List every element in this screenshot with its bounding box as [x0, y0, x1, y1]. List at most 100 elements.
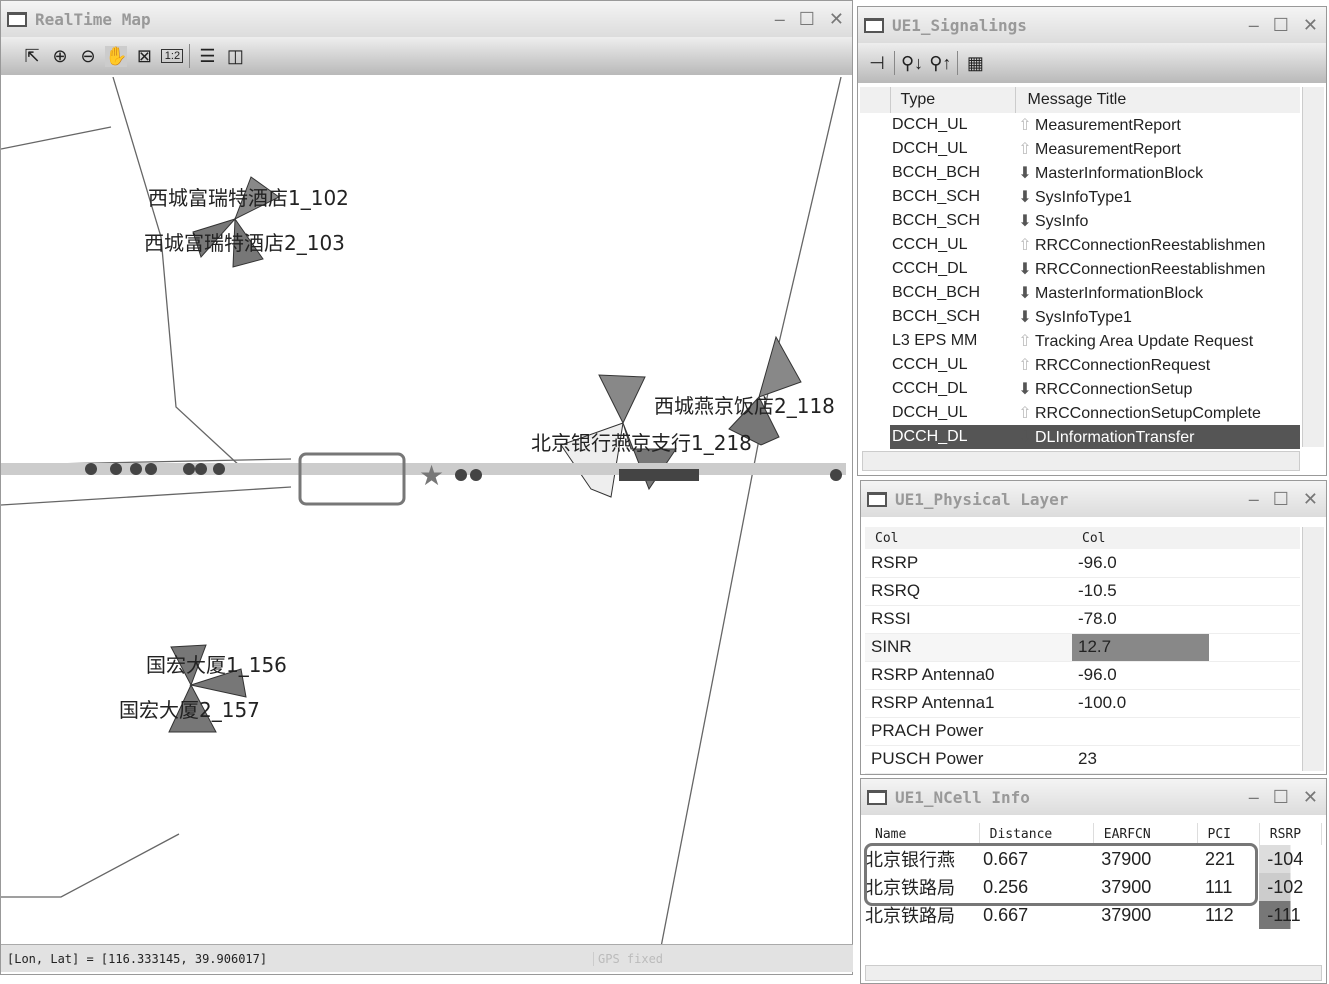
- window-icon: [867, 789, 887, 805]
- minimize-icon[interactable]: ‒: [1249, 787, 1259, 808]
- toolbar-separator: [189, 44, 191, 68]
- signaling-row[interactable]: BCCH_SCH ⬇ SysInfoType1: [860, 185, 1300, 209]
- close-icon[interactable]: ✕: [1303, 15, 1318, 36]
- signal-type: BCCH_SCH: [892, 308, 981, 325]
- signaling-row[interactable]: L3 EPS MM ⇧ Tracking Area Update Request: [860, 329, 1300, 353]
- signaling-row[interactable]: BCCH_BCH ⬇ MasterInformationBlock: [860, 161, 1300, 185]
- signal-type: BCCH_SCH: [892, 212, 981, 229]
- column-header-type[interactable]: Type: [889, 87, 1015, 113]
- highlight-box: [298, 452, 406, 506]
- message-title: RRCConnectionReestablishmen: [1035, 261, 1266, 278]
- metric-value: 12.7: [1072, 633, 1300, 662]
- column-header: Col: [875, 530, 899, 546]
- coordinate-readout: [Lon, Lat] = [116.333145, 39.906017]: [7, 951, 268, 966]
- signal-type: BCCH_BCH: [892, 164, 981, 181]
- signal-type: CCCH_DL: [892, 260, 968, 277]
- close-icon[interactable]: ✕: [829, 9, 844, 30]
- maximize-icon[interactable]: ☐: [1273, 15, 1289, 36]
- map-title: RealTime Map: [35, 9, 151, 29]
- metric-value: -96.0: [1072, 549, 1300, 578]
- signal-type: DCCH_UL: [892, 140, 968, 157]
- maximize-icon[interactable]: ☐: [1273, 489, 1289, 510]
- signal-type: CCCH_UL: [892, 356, 968, 373]
- downlink-arrow-icon: ⬇: [1018, 381, 1032, 398]
- signaling-row[interactable]: CCCH_UL ⇧ RRCConnectionRequest: [860, 353, 1300, 377]
- column-header[interactable]: RSRP: [1259, 823, 1323, 845]
- physical-row: PUSCH Power 23: [865, 745, 1300, 774]
- pan-hand-icon[interactable]: ✋: [105, 45, 128, 67]
- site-label: 国宏大厦2_157: [119, 698, 260, 722]
- horizontal-scrollbar[interactable]: [862, 451, 1300, 471]
- column-header[interactable]: Distance: [979, 823, 1094, 845]
- panel-icon[interactable]: ◫: [224, 46, 246, 67]
- zoom-in-icon[interactable]: ⊕: [49, 46, 71, 67]
- signaling-row[interactable]: BCCH_BCH ⬇ MasterInformationBlock: [860, 281, 1300, 305]
- vertical-scrollbar[interactable]: [1302, 527, 1324, 771]
- pin-icon[interactable]: ⊣: [866, 53, 888, 74]
- minimize-icon[interactable]: ‒: [1249, 489, 1259, 510]
- maximize-icon[interactable]: ☐: [1273, 787, 1289, 808]
- downlink-arrow-icon: ⬇: [1018, 165, 1032, 182]
- signal-type: DCCH_UL: [892, 404, 968, 421]
- roads: [1, 77, 842, 944]
- metric-value: -96.0: [1072, 661, 1300, 690]
- close-icon[interactable]: ✕: [1303, 787, 1318, 808]
- uplink-arrow-icon: ⇧: [1018, 357, 1032, 374]
- select-icon[interactable]: ⇱: [21, 46, 43, 67]
- site-label: 西城富瑞特酒店1_102: [148, 186, 349, 210]
- metric-name: RSRP: [865, 549, 1072, 578]
- signaling-row[interactable]: CCCH_DL ⬇ RRCConnectionReestablishmen: [860, 257, 1300, 281]
- window-icon: [864, 17, 884, 33]
- signaling-row[interactable]: DCCH_UL ⇧ RRCConnectionSetupComplete: [860, 401, 1300, 425]
- downlink-arrow-icon: ⬇: [1018, 429, 1032, 446]
- metric-value: -100.0: [1072, 689, 1300, 718]
- downlink-arrow-icon: ⬇: [1018, 261, 1032, 278]
- message-title: RRCConnectionRequest: [1035, 357, 1211, 374]
- physical-row: RSRQ -10.5: [865, 577, 1300, 606]
- signaling-row[interactable]: DCCH_UL ⇧ MeasurementReport: [860, 113, 1300, 137]
- grid-icon[interactable]: ▦: [964, 53, 986, 74]
- column-header[interactable]: Name: [865, 823, 980, 845]
- window-icon: [867, 491, 887, 507]
- drive-track: ★: [1, 459, 846, 492]
- signalings-title: UE1_Signalings: [892, 15, 1027, 35]
- signaling-row[interactable]: CCCH_DL ⬇ RRCConnectionSetup: [860, 377, 1300, 401]
- close-icon[interactable]: ✕: [1303, 489, 1318, 510]
- minimize-icon[interactable]: ‒: [1249, 15, 1259, 36]
- find-prev-icon[interactable]: ⚲↑: [929, 53, 951, 74]
- signal-type: BCCH_SCH: [892, 188, 981, 205]
- column-header-message[interactable]: Message Title: [1014, 87, 1300, 113]
- map-canvas[interactable]: ★ 西城富瑞特酒店1_102 西城富瑞特酒店2_103 西城燕京饭店2_118 …: [1, 77, 852, 944]
- status-bar: [Lon, Lat] = [116.333145, 39.906017] GPS…: [1, 944, 853, 972]
- site-label: 北京银行燕京支行1_218: [531, 431, 752, 455]
- metric-name: PUSCH Power: [865, 745, 1072, 774]
- signal-type: DCCH_DL: [890, 425, 1015, 449]
- minimize-icon[interactable]: ‒: [775, 9, 785, 30]
- column-header[interactable]: EARFCN: [1093, 823, 1198, 845]
- find-next-icon[interactable]: ⚲↓: [901, 53, 923, 74]
- scale-icon[interactable]: 1:2: [161, 49, 184, 63]
- signaling-row[interactable]: BCCH_SCH ⬇ SysInfoType1: [860, 305, 1300, 329]
- vertical-scrollbar[interactable]: [1302, 87, 1324, 447]
- layers-icon[interactable]: ☰: [196, 46, 218, 67]
- physical-row: RSRP Antenna1 -100.0: [865, 689, 1300, 718]
- physical-row: SINR 12.7: [865, 633, 1300, 662]
- message-title: MasterInformationBlock: [1035, 285, 1204, 302]
- column-header[interactable]: PCI: [1197, 823, 1260, 845]
- maximize-icon[interactable]: ☐: [799, 9, 815, 30]
- uplink-arrow-icon: ⇧: [1018, 333, 1032, 350]
- signaling-row[interactable]: CCCH_UL ⇧ RRCConnectionReestablishmen: [860, 233, 1300, 257]
- metric-value: 23: [1072, 745, 1300, 774]
- signaling-row[interactable]: BCCH_SCH ⬇ SysInfo: [860, 209, 1300, 233]
- signaling-row[interactable]: DCCH_DL ⬇ DLInformationTransfer: [860, 425, 1300, 449]
- horizontal-scrollbar[interactable]: [865, 965, 1322, 981]
- downlink-arrow-icon: ⬇: [1018, 309, 1032, 326]
- ncell-title-bar: UE1_NCell Info ‒ ☐ ✕: [861, 779, 1326, 815]
- downlink-arrow-icon: ⬇: [1018, 213, 1032, 230]
- site-label: 西城燕京饭店2_118: [654, 394, 835, 418]
- fit-extent-icon[interactable]: ⊠: [133, 46, 155, 67]
- signaling-row[interactable]: DCCH_UL ⇧ MeasurementReport: [860, 137, 1300, 161]
- uplink-arrow-icon: ⇧: [1018, 117, 1032, 134]
- message-title: Tracking Area Update Request: [1035, 333, 1254, 350]
- zoom-out-icon[interactable]: ⊖: [77, 46, 99, 67]
